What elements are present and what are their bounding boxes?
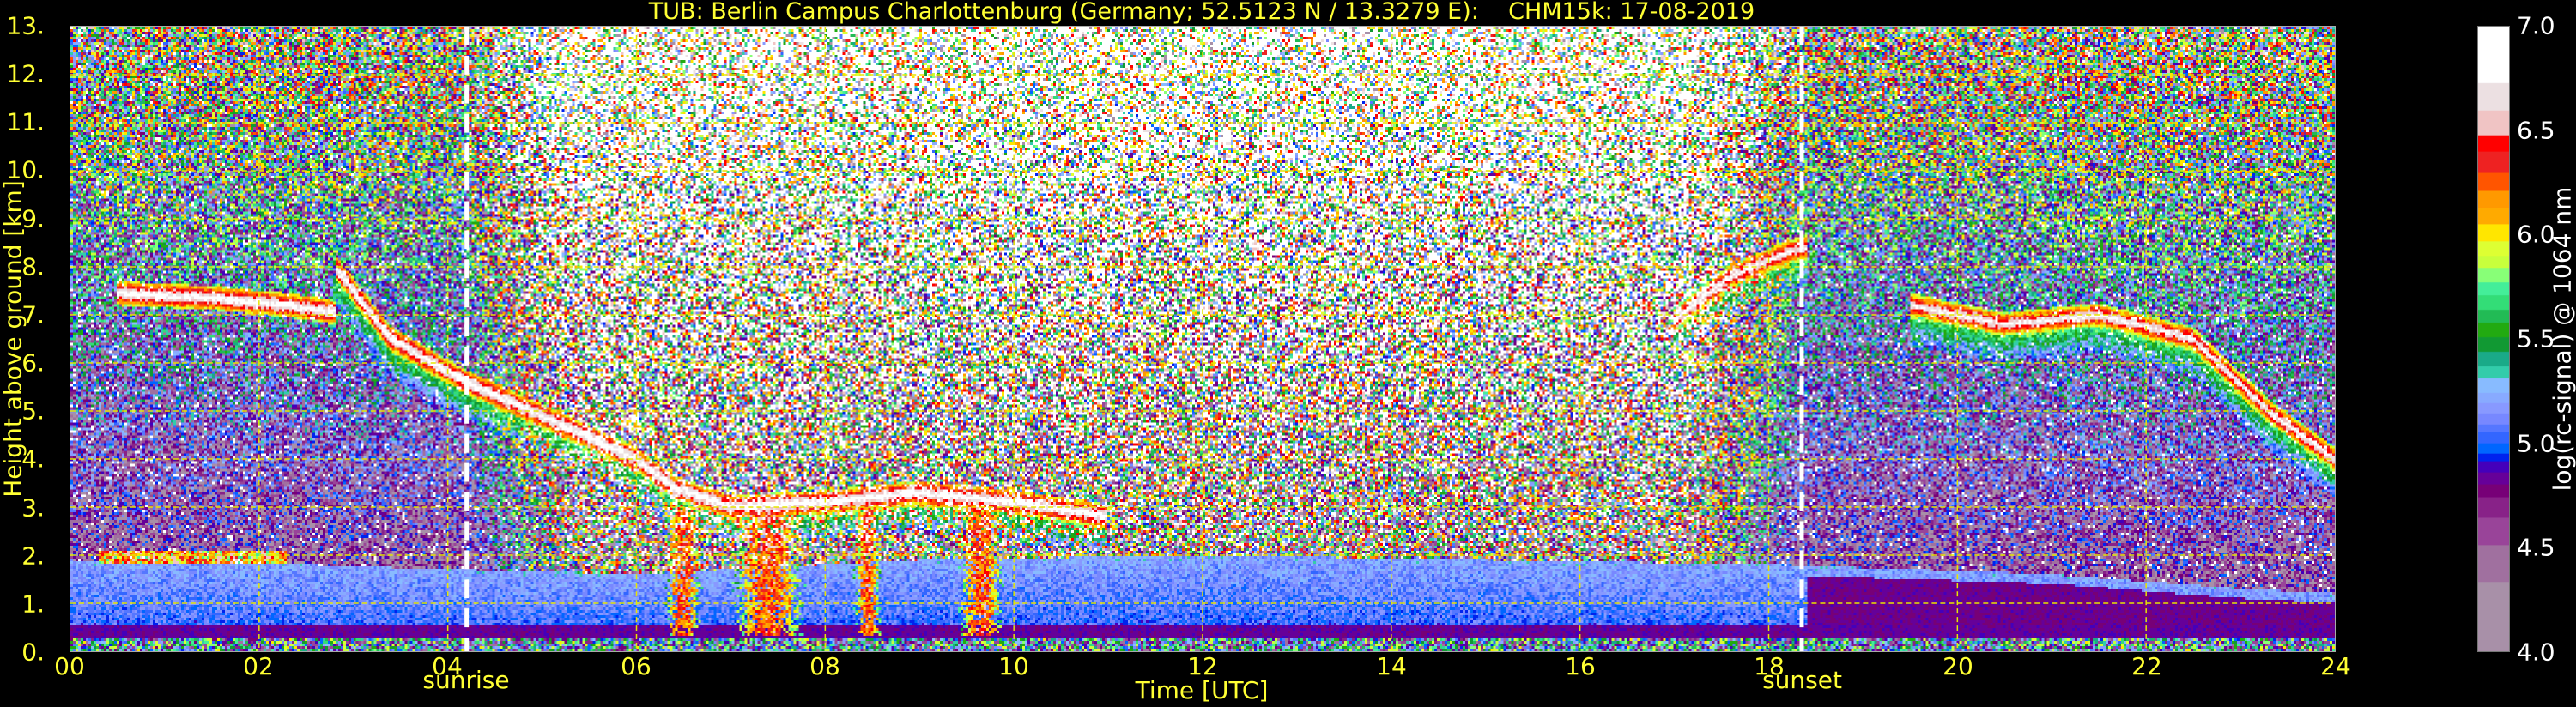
sunset-label: sunset xyxy=(1762,666,1842,694)
sunrise-label: sunrise xyxy=(422,666,510,694)
colorbar-tick-label: 6.5 xyxy=(2517,116,2555,145)
colorbar-tick-label: 4.0 xyxy=(2517,638,2555,667)
x-tick-label: 22 xyxy=(2131,652,2162,680)
x-tick-label: 00 xyxy=(54,652,85,680)
y-axis-label: Height above ground [km] xyxy=(0,180,27,498)
y-tick-label: 1. xyxy=(21,589,45,619)
x-tick-label: 20 xyxy=(1943,652,1973,680)
x-tick-label: 06 xyxy=(621,652,652,680)
y-tick-label: 0. xyxy=(21,638,45,667)
colorbar-label: log(rc-signal) @ 1064 nm xyxy=(2548,186,2576,492)
y-tick-label: 2. xyxy=(21,541,45,571)
grid-overlay xyxy=(70,27,2335,651)
x-tick-label: 02 xyxy=(243,652,274,680)
y-tick-label: 12. xyxy=(6,59,45,88)
y-tick-label: 13. xyxy=(6,11,45,40)
x-tick-label: 14 xyxy=(1376,652,1407,680)
plot-area xyxy=(70,26,2336,652)
x-tick-label: 10 xyxy=(998,652,1029,680)
y-tick-label: 11. xyxy=(6,107,45,136)
x-axis-label: Time [UTC] xyxy=(1135,676,1269,704)
colorbar-tick-label: 4.5 xyxy=(2517,533,2555,562)
chart-title: TUB: Berlin Campus Charlottenburg (Germa… xyxy=(648,0,1755,25)
x-tick-label: 16 xyxy=(1565,652,1596,680)
y-tick-label: 3. xyxy=(21,493,45,523)
x-tick-label: 24 xyxy=(2320,652,2351,680)
x-tick-label: 08 xyxy=(809,652,840,680)
colorbar-tick-label: 7.0 xyxy=(2517,11,2555,40)
colorbar xyxy=(2477,26,2510,652)
